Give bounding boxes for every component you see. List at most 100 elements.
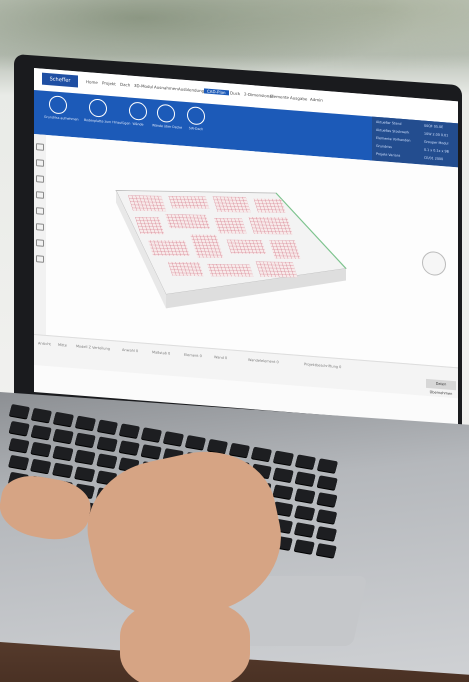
wall-over-ceiling-icon (157, 103, 175, 124)
keyboard-key (316, 526, 338, 541)
ribbon-label: Grundriss aufnehmen (44, 114, 79, 122)
keyboard-key (8, 420, 30, 436)
keyboard-key (31, 407, 52, 423)
drawing-icon (49, 95, 67, 115)
ribbon-label: Bodenplatte zum Hinzufügen (84, 117, 131, 126)
select-tool-icon[interactable] (36, 143, 44, 151)
keyboard-key (294, 522, 316, 537)
menu-projekt[interactable]: Projekt (102, 80, 116, 86)
info-label: Aktuelles Stockwerk (376, 127, 410, 135)
right-wrist (120, 600, 250, 682)
menu-home[interactable]: Home (86, 79, 98, 85)
keyboard-key (96, 436, 118, 452)
keyboard-key (119, 423, 140, 439)
info-label: Grundriss (376, 143, 392, 150)
floor-plate-icon (89, 98, 107, 118)
status-item: Maßstab 0 (152, 350, 171, 356)
keyboard-key (140, 444, 162, 459)
keyboard-key (272, 484, 294, 500)
zoom-tool-icon[interactable] (36, 175, 44, 183)
keyboard-key (75, 415, 96, 431)
menu-ausgabe[interactable]: Ausgabe (290, 95, 307, 101)
keyboard-key (96, 453, 118, 469)
floor-plan-model[interactable] (106, 170, 356, 350)
app-logo: Scheffer (42, 72, 78, 88)
keyboard-key (294, 471, 316, 487)
keyboard-key (295, 454, 316, 470)
keyboard-key (52, 445, 74, 461)
keyboard-key (74, 466, 96, 482)
info-label: Projekt Variant (376, 151, 401, 158)
roof-icon (187, 106, 205, 126)
navigation-cube-icon[interactable] (422, 250, 446, 277)
keyboard-key (315, 543, 337, 558)
menu-ausnahmen[interactable]: Ausnahmen (154, 84, 178, 91)
ribbon-floor-plate-button[interactable]: Bodenplatte zum Hinzufügen (84, 98, 131, 136)
keyboard-key (74, 432, 96, 448)
menu-ausblendung[interactable]: Ausblendung (178, 86, 204, 93)
ribbon-wall-button[interactable]: Wände (124, 101, 152, 139)
keyboard-key (293, 539, 315, 554)
menu-admin[interactable]: Admin (310, 97, 323, 103)
keyboard-key (294, 488, 316, 503)
keyboard-key (251, 446, 272, 462)
measure-tool-icon[interactable] (36, 207, 44, 215)
info-value: 00QF 05.0E (424, 123, 444, 130)
menu-elemente[interactable]: Elemente (270, 94, 289, 100)
keyboard-key (30, 458, 52, 474)
apply-button[interactable]: Daten Übernehmen (426, 378, 456, 396)
keyboard-key (30, 424, 52, 440)
status-item: Element 0 (184, 352, 202, 359)
status-item: Ansicht (38, 341, 51, 347)
info-label: Elemente Vorhanden (376, 135, 411, 143)
rotate-tool-icon[interactable] (36, 191, 44, 199)
keyboard-key (185, 435, 206, 450)
info-value: 10W 2.00 0.01 (424, 131, 449, 138)
keyboard-key (97, 419, 118, 435)
status-item: Anwahl 0 (122, 347, 139, 354)
3d-viewport[interactable] (46, 134, 458, 368)
keyboard-key (272, 467, 294, 483)
info-value: Grouper Modul (424, 139, 449, 146)
status-item: Mitte (58, 342, 67, 348)
keyboard-key (316, 475, 338, 490)
keyboard-key (30, 441, 52, 457)
settings-tool-icon[interactable] (36, 239, 44, 247)
laptop-screen: Scheffer Home Projekt Dach 3D-Modul Ausn… (34, 68, 458, 426)
keyboard-key (141, 427, 162, 442)
info-value: 0.1 x 0.1x x 9B (424, 147, 449, 154)
status-item: Wand 0 (214, 355, 228, 361)
ribbon-drawing-button[interactable]: Grundriss aufnehmen (44, 95, 79, 133)
keyboard-key (294, 505, 316, 520)
ribbon-label: SW-Dach (188, 126, 204, 132)
keyboard-key (52, 462, 74, 478)
pan-tool-icon[interactable] (36, 159, 44, 167)
status-item: Wandelelement 0 (248, 357, 279, 365)
layer-tool-icon[interactable] (36, 223, 44, 231)
keyboard-key (9, 404, 30, 419)
wall-icon (129, 101, 147, 121)
menu-2d[interactable]: 2-Dimensional (244, 92, 273, 99)
menu-duck[interactable]: Duck (230, 90, 240, 96)
keyboard-key (8, 437, 30, 453)
keyboard-key (53, 411, 74, 427)
info-panel: Aktueller Stand Aktuelles Stockwerk Elem… (372, 116, 458, 168)
laptop-photo: Scheffer Home Projekt Dach 3D-Modul Ausn… (0, 0, 469, 682)
keyboard-key (273, 450, 294, 466)
ribbon-label: Wände über Decke (152, 123, 183, 130)
menu-3d-modul[interactable]: 3D-Modul (134, 83, 153, 90)
keyboard-key (74, 449, 96, 465)
ribbon-label: Wände (132, 121, 144, 127)
keyboard-key (316, 492, 338, 507)
info-value: CE/01 2000 (424, 155, 444, 162)
status-item: Modell Z Verteilung (76, 344, 110, 351)
ribbon-wall-over-ceiling-button[interactable]: Wände über Decke (152, 103, 183, 141)
keyboard-key (317, 458, 338, 473)
keyboard-key (8, 454, 30, 470)
menu-dach[interactable]: Dach (120, 82, 130, 88)
keyboard-key (52, 428, 74, 444)
info-label: Aktueller Stand (376, 119, 402, 126)
ribbon-roof-button[interactable]: SW-Dach (182, 106, 210, 144)
menu-cad-plan[interactable]: CAD-Plan (204, 88, 229, 96)
help-tool-icon[interactable] (36, 255, 44, 263)
